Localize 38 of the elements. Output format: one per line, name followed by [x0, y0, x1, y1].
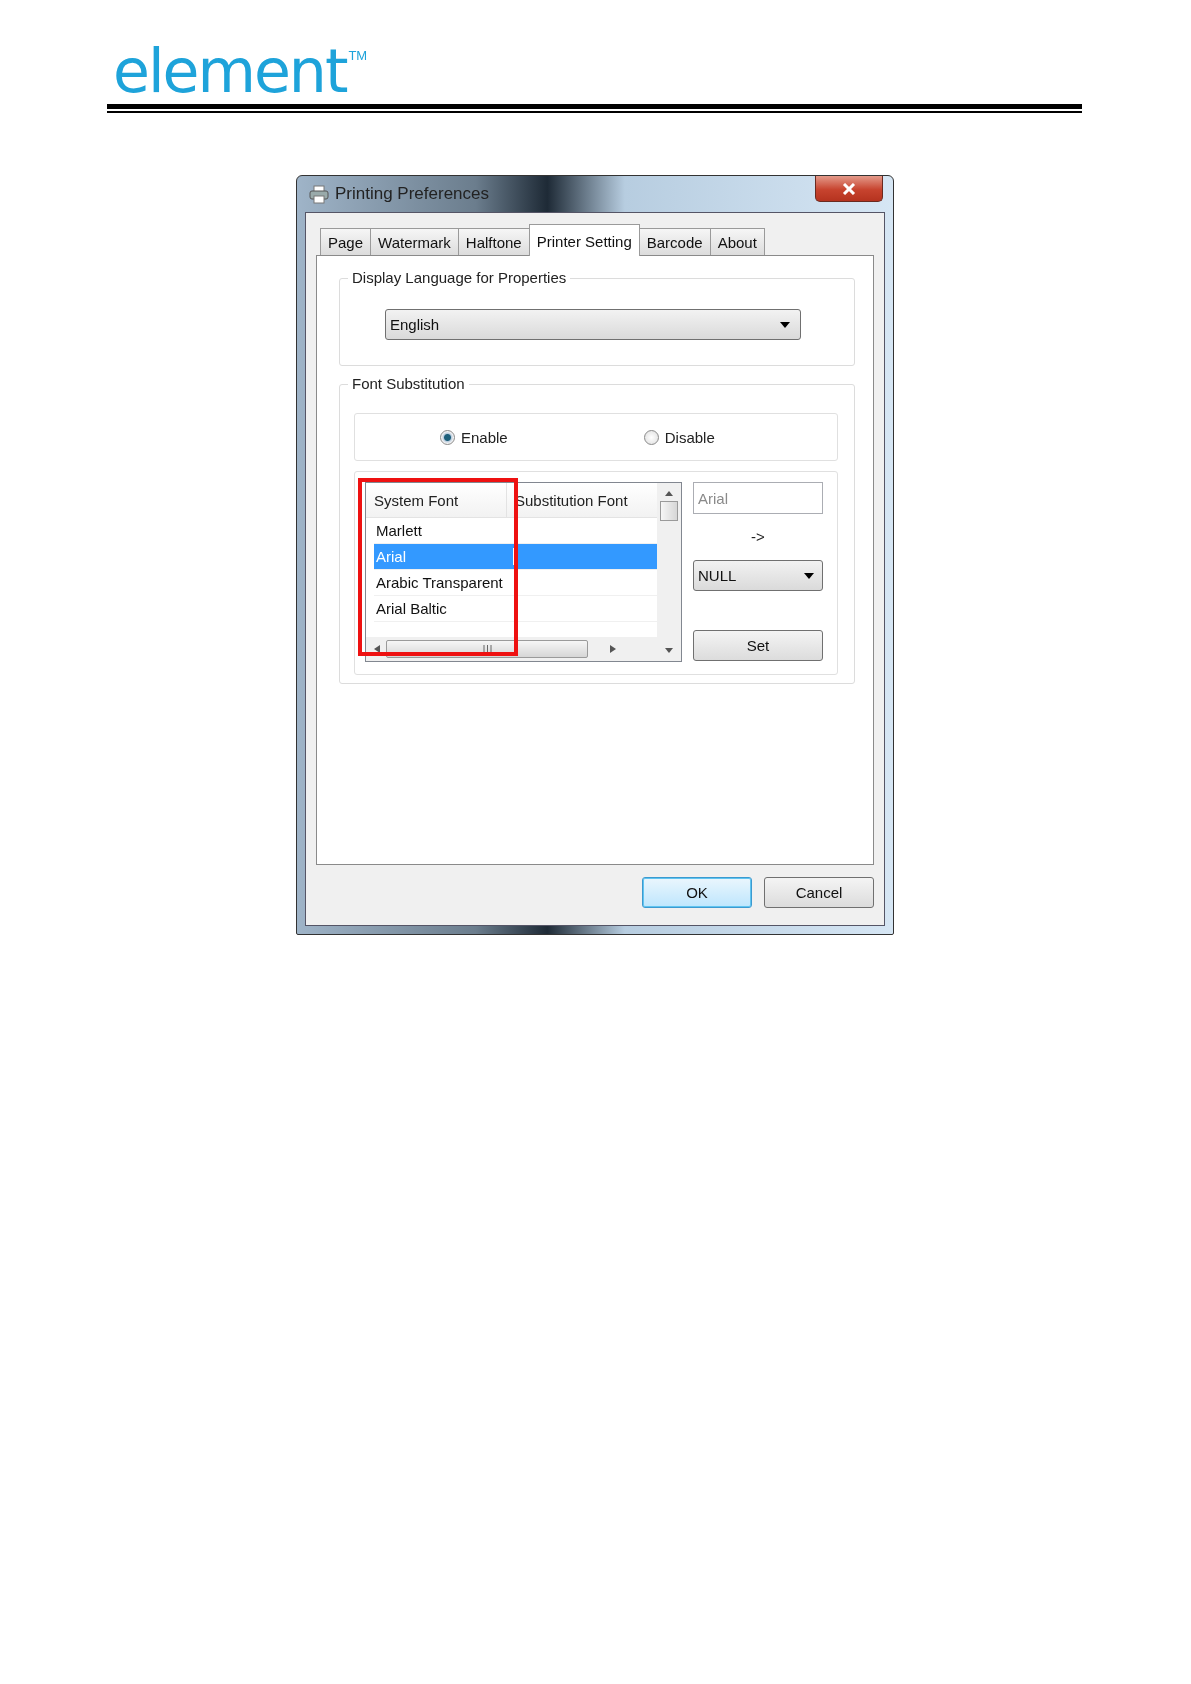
- radio-option[interactable]: Disable: [643, 428, 715, 446]
- scroll-left-icon[interactable]: [374, 645, 380, 653]
- radio-option[interactable]: Enable: [440, 428, 508, 446]
- radio-button[interactable]: [643, 429, 659, 445]
- tab[interactable]: Page: [320, 228, 372, 255]
- cancel-button[interactable]: Cancel: [764, 877, 874, 908]
- caret-icon: [804, 572, 814, 579]
- scroll-right-icon[interactable]: [610, 645, 616, 653]
- tab[interactable]: Printer Setting: [528, 224, 640, 256]
- printer-icon: [309, 184, 329, 204]
- caret-icon: [780, 321, 790, 328]
- logo-wordmark: element: [113, 40, 347, 102]
- tab[interactable]: Barcode: [638, 228, 711, 255]
- scroll-up-icon[interactable]: [665, 491, 673, 496]
- scroll-thumb[interactable]: [660, 501, 678, 521]
- tab[interactable]: Halftone: [457, 228, 530, 255]
- set-button[interactable]: Set: [693, 630, 823, 661]
- substitute-dropdown[interactable]: NULL: [693, 560, 823, 591]
- scroll-down-icon[interactable]: [665, 648, 673, 653]
- tab[interactable]: Watermark: [370, 228, 459, 255]
- column-header[interactable]: Substitution Font: [507, 483, 657, 517]
- close-button[interactable]: [815, 176, 883, 202]
- group-label: Font Substitution: [348, 375, 469, 392]
- vertical-scrollbar[interactable]: [657, 483, 681, 661]
- group-label: Display Language for Properties: [348, 269, 571, 286]
- language-dropdown[interactable]: English: [385, 309, 801, 340]
- tab[interactable]: About: [709, 228, 765, 255]
- window-title: Printing Preferences: [335, 184, 490, 204]
- radio-button[interactable]: [440, 429, 455, 445]
- horizontal-scrollbar[interactable]: [366, 637, 657, 661]
- trademark-sign: TM: [348, 48, 368, 63]
- ok-button[interactable]: OK: [642, 877, 752, 908]
- list-row[interactable]: Arabic Transparent: [374, 570, 657, 596]
- list-row[interactable]: Arial Baltic: [374, 596, 657, 622]
- grip-icon: [482, 645, 492, 653]
- arrow-label: ->: [750, 528, 766, 547]
- column-header[interactable]: System Font: [366, 483, 507, 517]
- close-icon: [842, 182, 856, 195]
